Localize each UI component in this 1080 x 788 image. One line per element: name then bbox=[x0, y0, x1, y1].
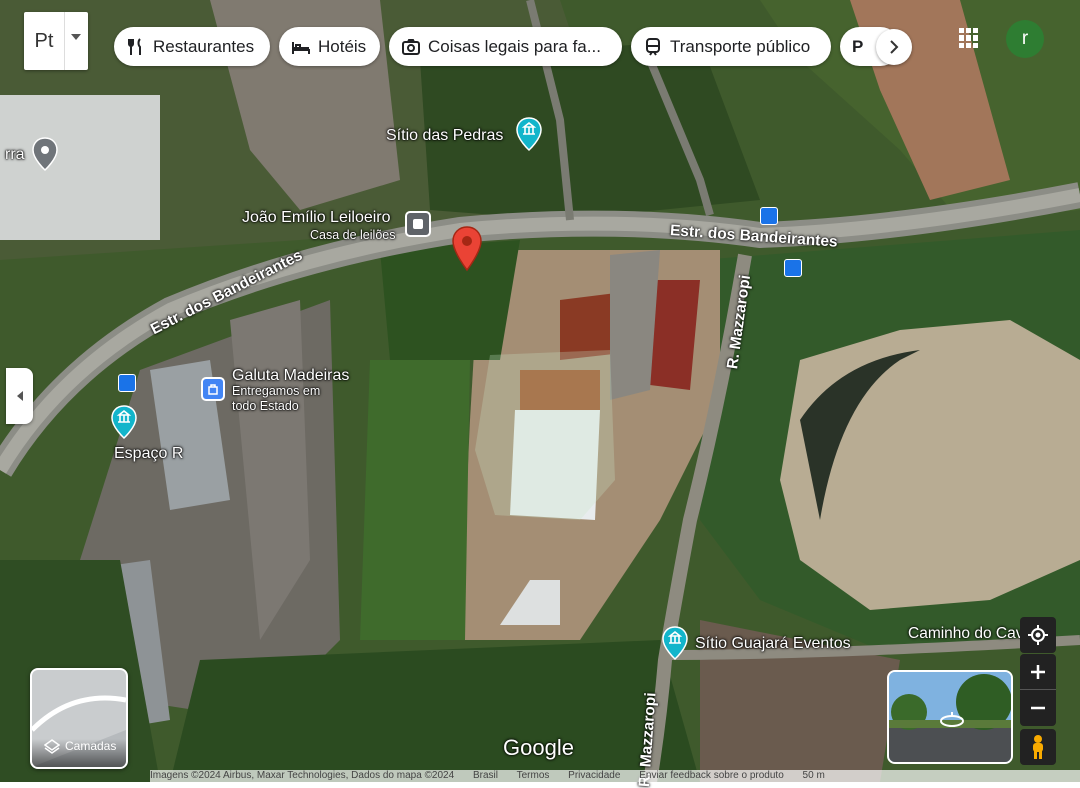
minus-icon bbox=[1031, 706, 1045, 710]
selected-location-pin-icon[interactable] bbox=[451, 226, 483, 272]
imagery-credits: Imagens ©2024 Airbus, Maxar Technologies… bbox=[150, 770, 455, 781]
chip-label: Hotéis bbox=[318, 36, 367, 56]
zoom-out-button[interactable] bbox=[1020, 690, 1056, 726]
google-logo: Google bbox=[503, 735, 574, 760]
layers-button[interactable]: Camadas bbox=[30, 668, 128, 769]
country-link[interactable]: Brasil bbox=[473, 770, 498, 781]
camera-icon bbox=[402, 38, 420, 55]
pegman-button[interactable] bbox=[1020, 729, 1056, 765]
zoom-controls bbox=[1020, 654, 1056, 726]
place-label-joao-emilio[interactable]: João Emílio Leiloeiro bbox=[242, 209, 391, 227]
place-label-partial[interactable]: rra bbox=[5, 146, 25, 164]
dropdown-caret-icon[interactable] bbox=[64, 12, 87, 70]
chip-transporte-publico[interactable]: Transporte público bbox=[631, 27, 831, 66]
place-sublabel-galuta-2: todo Estado bbox=[232, 399, 299, 413]
collapse-panel-button[interactable] bbox=[6, 368, 33, 424]
layers-label: Camadas bbox=[65, 739, 117, 753]
place-label-sitio-guajara[interactable]: Sítio Guajará Eventos bbox=[695, 635, 851, 653]
chips-next-button[interactable] bbox=[876, 29, 912, 65]
shopping-pin-icon[interactable] bbox=[201, 377, 225, 401]
crosshair-icon bbox=[1028, 625, 1048, 645]
place-label-espaco-r[interactable]: Espaço R bbox=[114, 445, 183, 463]
plus-icon bbox=[1031, 664, 1045, 679]
place-pin-icon[interactable] bbox=[32, 137, 58, 171]
zoom-in-button[interactable] bbox=[1020, 654, 1056, 690]
place-label-galuta-madeiras[interactable]: Galuta Madeiras bbox=[232, 367, 349, 385]
chip-restaurantes[interactable]: Restaurantes bbox=[114, 27, 270, 66]
chip-coisas-legais[interactable]: Coisas legais para fa... bbox=[389, 27, 622, 66]
feedback-link[interactable]: Enviar feedback sobre o produto bbox=[639, 770, 784, 781]
chevron-right-icon bbox=[890, 40, 899, 54]
bed-icon bbox=[292, 41, 310, 54]
bus-stop-icon[interactable] bbox=[784, 259, 802, 277]
chip-label: Transporte público bbox=[670, 36, 811, 56]
apps-grid-icon[interactable] bbox=[959, 28, 979, 48]
layers-icon bbox=[44, 739, 60, 754]
bus-stop-icon[interactable] bbox=[760, 207, 778, 225]
place-sublabel-galuta-1: Entregamos em bbox=[232, 384, 321, 398]
chip-label: Restaurantes bbox=[153, 36, 255, 56]
place-sublabel-casa-de-leiloes: Casa de leilões bbox=[310, 228, 396, 242]
tourist-pin-icon[interactable] bbox=[516, 117, 542, 151]
train-icon bbox=[646, 37, 660, 56]
place-label-sitio-das-pedras[interactable]: Sítio das Pedras bbox=[386, 127, 503, 145]
pegman-icon bbox=[1033, 735, 1043, 759]
bus-stop-icon[interactable] bbox=[118, 374, 136, 392]
attribution-bar: Imagens ©2024 Airbus, Maxar Technologies… bbox=[150, 770, 1080, 782]
directions-logo[interactable]: Pt bbox=[24, 12, 64, 70]
avatar[interactable]: r bbox=[1006, 20, 1044, 58]
fork-knife-icon bbox=[128, 37, 141, 55]
caret-left-icon bbox=[16, 391, 23, 401]
terms-link[interactable]: Termos bbox=[517, 770, 550, 781]
chip-label: P bbox=[852, 36, 864, 56]
scale-label[interactable]: 50 m bbox=[803, 770, 825, 781]
streetview-thumbnail[interactable] bbox=[887, 670, 1013, 764]
privacy-link[interactable]: Privacidade bbox=[568, 770, 620, 781]
auction-house-pin-icon[interactable] bbox=[405, 211, 431, 237]
search-box[interactable]: Pt bbox=[24, 12, 88, 70]
tourist-pin-icon[interactable] bbox=[662, 626, 688, 660]
tourist-pin-icon[interactable] bbox=[111, 405, 137, 439]
rotate-360-icon bbox=[940, 712, 964, 727]
chip-hoteis[interactable]: Hotéis bbox=[279, 27, 380, 66]
my-location-button[interactable] bbox=[1020, 617, 1056, 653]
chip-label: Coisas legais para fa... bbox=[428, 36, 601, 56]
